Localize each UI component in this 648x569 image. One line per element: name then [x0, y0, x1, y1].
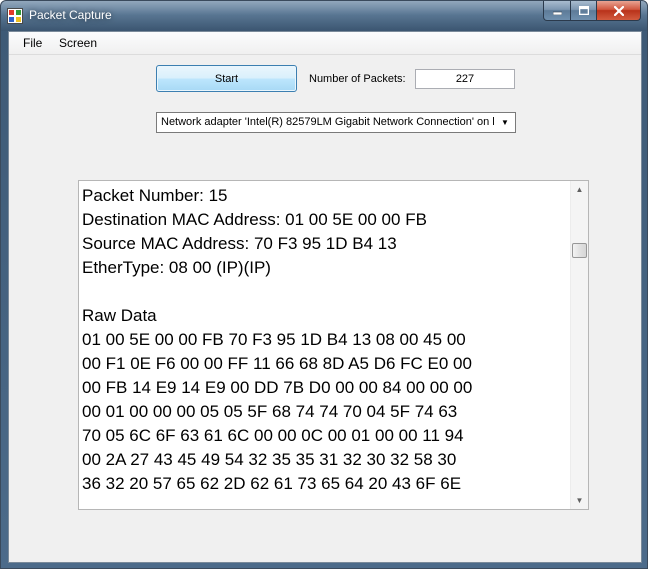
maximize-icon — [578, 6, 589, 15]
output-line: 70 05 6C 6F 63 61 6C 00 00 0C 00 01 00 0… — [82, 426, 464, 445]
network-adapter-select[interactable]: Network adapter 'Intel(R) 82579LM Gigabi… — [156, 112, 516, 133]
number-of-packets-label: Number of Packets: — [309, 73, 406, 85]
menu-file[interactable]: File — [23, 36, 42, 50]
output-line: 00 2A 27 43 45 49 54 32 35 35 31 32 30 3… — [82, 450, 457, 469]
client-area: File Screen Start Number of Packets: 227… — [8, 31, 642, 563]
output-line: 00 F1 0E F6 00 00 FF 11 66 68 8D A5 D6 F… — [82, 354, 472, 373]
packet-capture-window: Packet Capture File Screen Start Number … — [0, 0, 648, 569]
output-line: Destination MAC Address: 01 00 5E 00 00 … — [82, 210, 427, 229]
close-button[interactable] — [597, 1, 641, 21]
menu-bar: File Screen — [9, 32, 641, 55]
window-title: Packet Capture — [29, 8, 112, 22]
network-adapter-selected-value: Network adapter 'Intel(R) 82579LM Gigabi… — [161, 116, 494, 128]
output-line: 01 00 5E 00 00 FB 70 F3 95 1D B4 13 08 0… — [82, 330, 466, 349]
close-icon — [613, 5, 624, 16]
menu-screen[interactable]: Screen — [59, 36, 97, 50]
maximize-button[interactable] — [571, 1, 597, 21]
minimize-icon — [552, 11, 562, 15]
minimize-button[interactable] — [543, 1, 571, 21]
scroll-down-arrow-icon[interactable]: ▼ — [571, 492, 588, 509]
number-of-packets-field[interactable]: 227 — [415, 69, 515, 89]
output-line: Packet Number: 15 — [82, 186, 228, 205]
start-button[interactable]: Start — [156, 65, 297, 92]
title-bar[interactable]: Packet Capture — [1, 1, 647, 31]
output-line: Raw Data — [82, 306, 157, 325]
output-line: 36 32 20 57 65 62 2D 62 61 73 65 64 20 4… — [82, 474, 462, 493]
output-line: Source MAC Address: 70 F3 95 1D B4 13 — [82, 234, 397, 253]
scrollbar-thumb[interactable] — [572, 243, 587, 258]
output-line: 00 FB 14 E9 14 E9 00 DD 7B D0 00 00 84 0… — [82, 378, 473, 397]
vertical-scrollbar[interactable]: ▲ ▼ — [570, 181, 588, 509]
output-line: EtherType: 08 00 (IP)(IP) — [82, 258, 271, 277]
scroll-up-arrow-icon[interactable]: ▲ — [571, 181, 588, 198]
caption-buttons — [543, 1, 641, 21]
chevron-down-icon[interactable]: ▼ — [498, 113, 512, 132]
output-line: 00 01 00 00 00 05 05 5F 68 74 74 70 04 5… — [82, 402, 458, 421]
packet-output-textbox[interactable]: Packet Number: 15 Destination MAC Address… — [78, 180, 589, 510]
app-icon — [7, 8, 23, 24]
packet-output-text: Packet Number: 15 Destination MAC Address… — [82, 184, 567, 496]
